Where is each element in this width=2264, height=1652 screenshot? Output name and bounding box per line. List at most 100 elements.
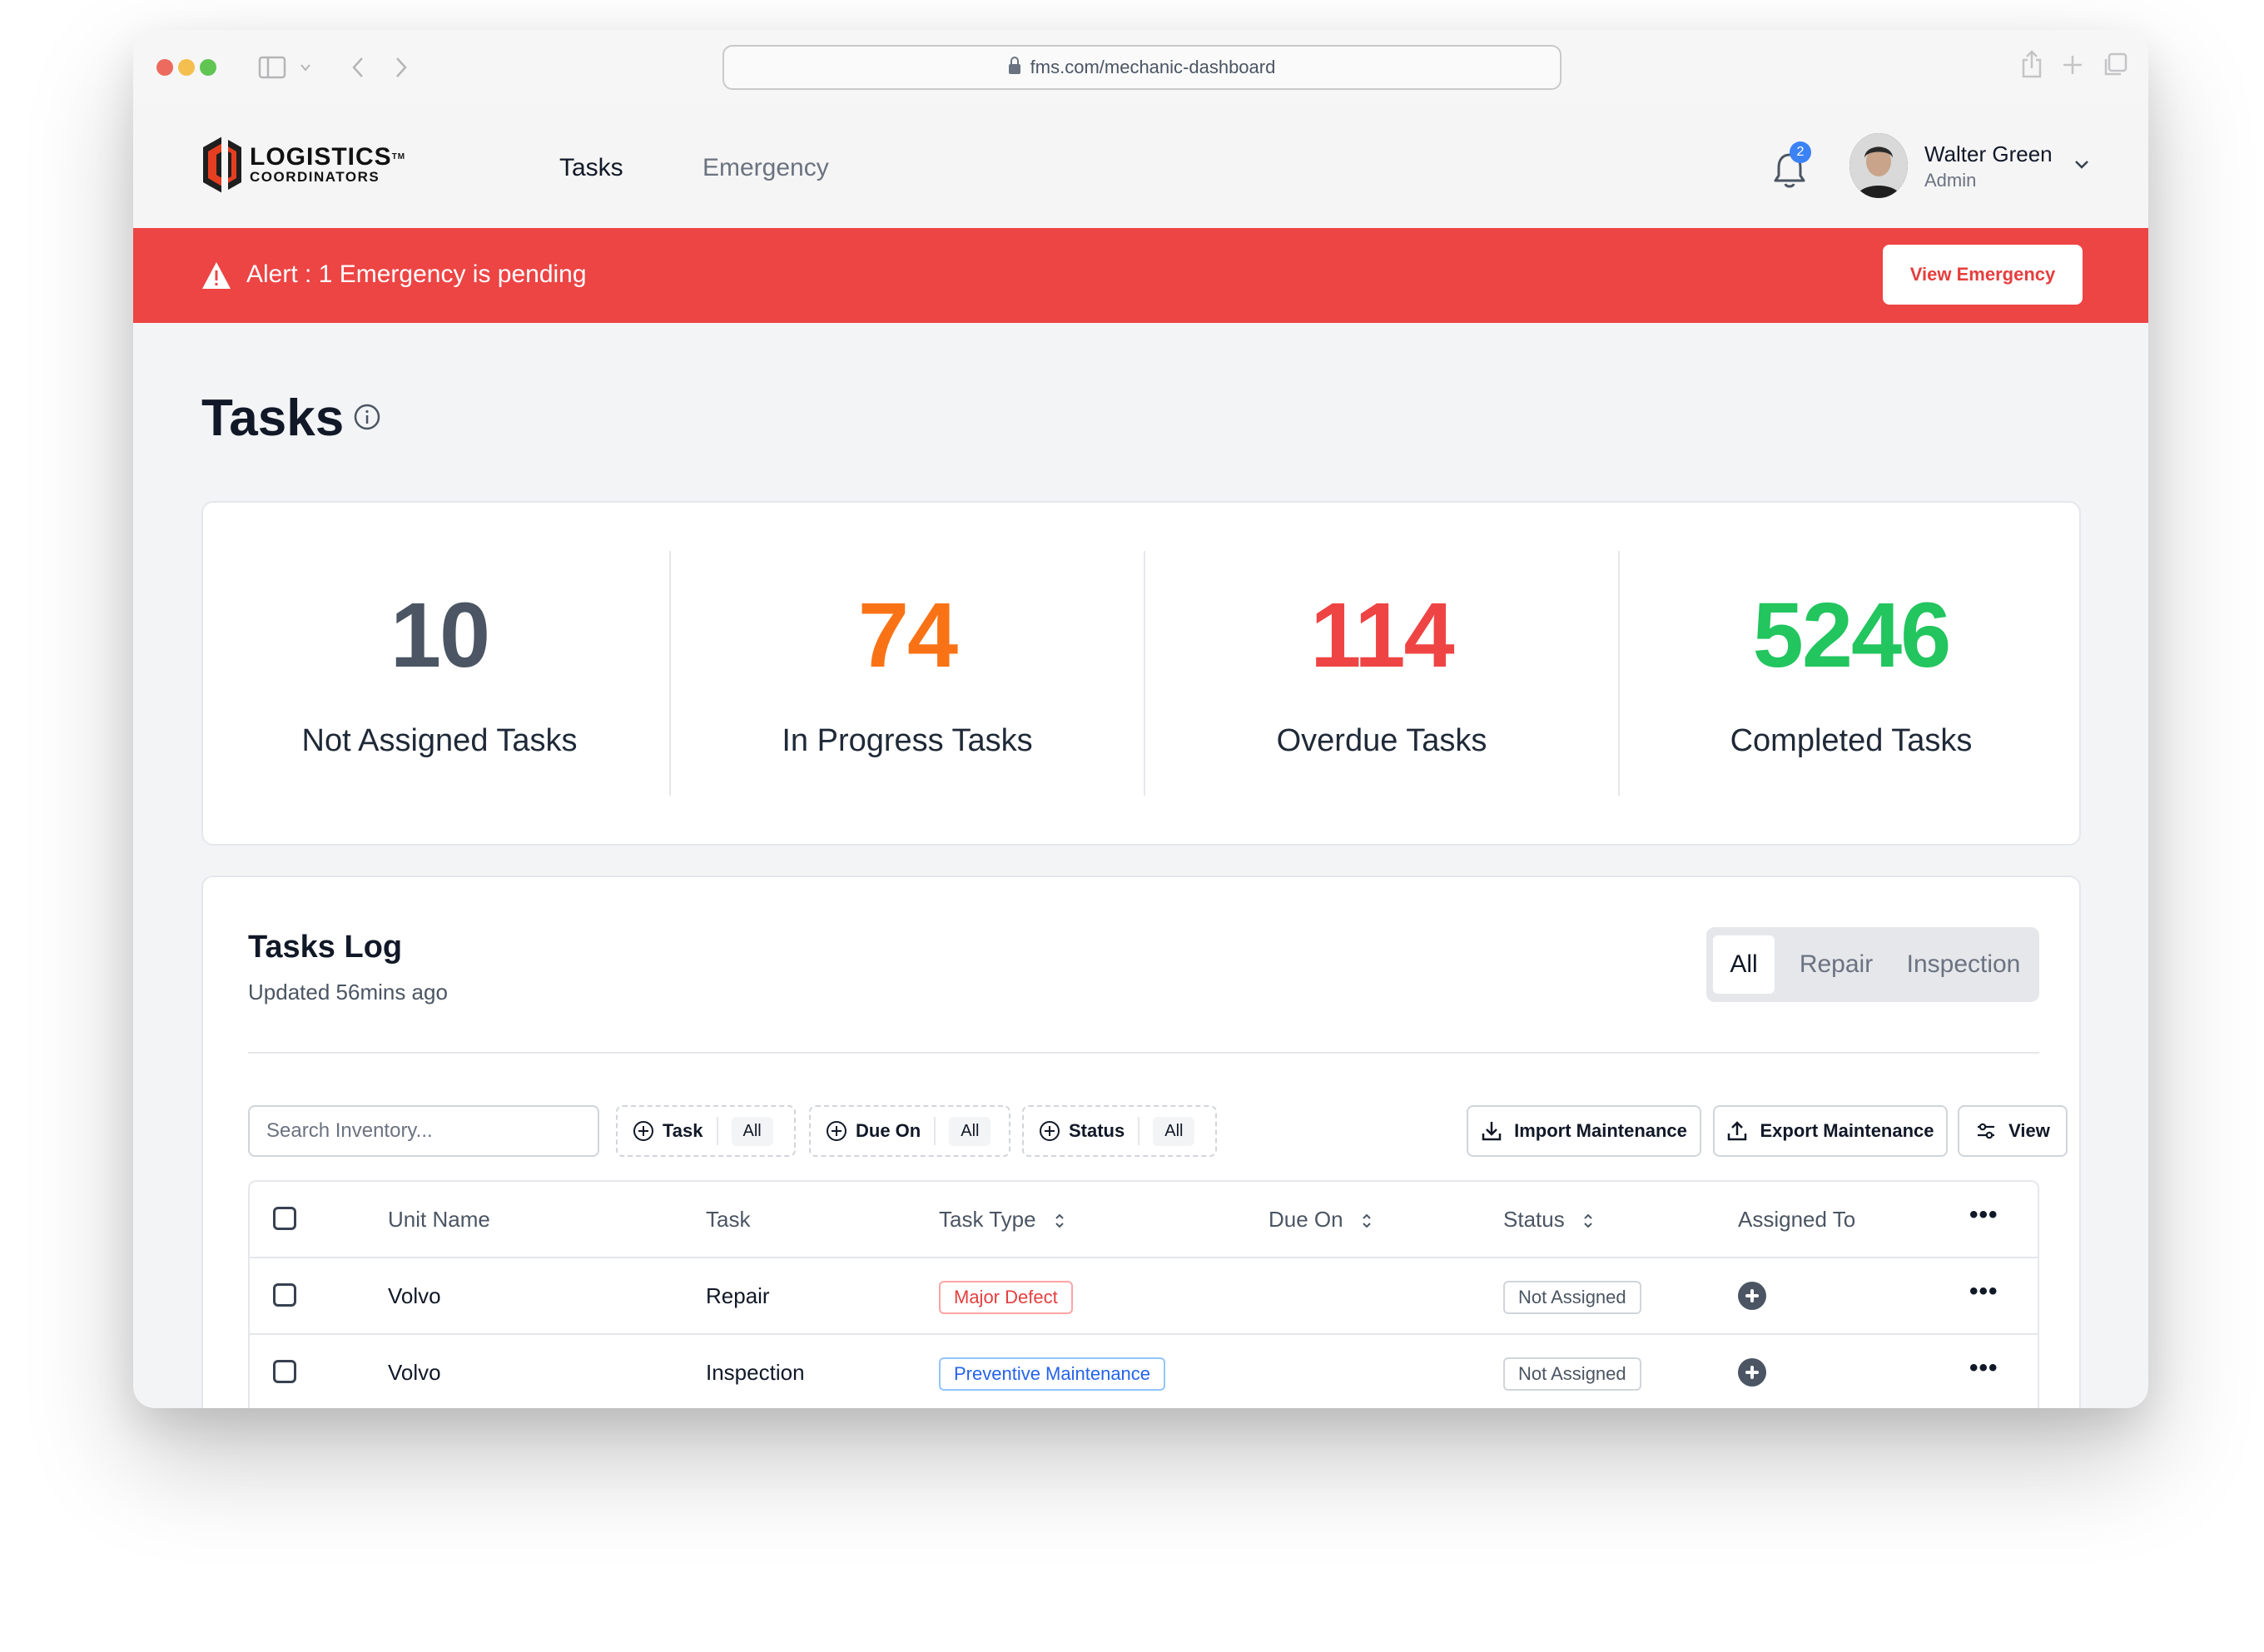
column-header-task[interactable]: Task [706, 1182, 750, 1257]
lock-icon [1008, 57, 1020, 74]
search-input[interactable] [248, 1105, 599, 1157]
cell-unit-name: Volvo [388, 1283, 441, 1308]
tasks-log-card: Tasks Log Updated 56mins ago All Repair … [201, 876, 2081, 1408]
nav-tasks[interactable]: Tasks [559, 153, 623, 183]
row-checkbox[interactable] [273, 1283, 296, 1307]
user-avatar[interactable] [1849, 133, 1908, 198]
row-checkbox[interactable] [273, 1360, 296, 1383]
add-filter-icon [633, 1121, 653, 1141]
stat-in-progress[interactable]: 74 In Progress Tasks [671, 503, 1144, 844]
view-options-button[interactable]: View [1958, 1105, 2068, 1157]
stat-value: 74 [857, 584, 958, 687]
browser-window: fms.com/mechanic-dashboard LOGISTICSTM C… [133, 30, 2148, 1408]
stat-label: Not Assigned Tasks [301, 723, 578, 758]
assign-plus-icon[interactable] [1738, 1282, 1766, 1310]
export-maintenance-button[interactable]: Export Maintenance [1713, 1105, 1948, 1157]
filter-status[interactable]: Status All [1022, 1105, 1217, 1157]
more-options-icon[interactable]: ••• [1969, 1182, 1998, 1257]
section-divider [248, 1052, 2039, 1054]
task-type-badge: Major Defect [939, 1281, 1073, 1315]
sort-icon [1055, 1213, 1064, 1228]
tab-overview-icon[interactable] [2103, 52, 2127, 77]
emergency-alert-banner: Alert : 1 Emergency is pending View Emer… [133, 228, 2148, 323]
column-header-status[interactable]: Status [1503, 1182, 1594, 1257]
page-title: Tasks [201, 389, 345, 447]
row-more-options-icon[interactable]: ••• [1969, 1258, 1998, 1333]
stat-label: Overdue Tasks [1276, 723, 1487, 758]
import-maintenance-button[interactable]: Import Maintenance [1467, 1105, 1701, 1157]
segment-all[interactable]: All [1713, 935, 1775, 994]
table-header-row: Unit Name Task Task Type Due On Status A… [250, 1182, 2038, 1258]
stat-not-assigned[interactable]: 10 Not Assigned Tasks [203, 503, 676, 844]
cell-status: Not Assigned [1503, 1258, 1641, 1333]
tasks-table: Unit Name Task Task Type Due On Status A… [248, 1180, 2039, 1408]
column-header-due-on[interactable]: Due On [1269, 1182, 1373, 1257]
alert-message: Alert : 1 Emergency is pending [246, 260, 587, 288]
column-header-label: Due On [1269, 1207, 1343, 1232]
export-maintenance-label: Export Maintenance [1760, 1120, 1934, 1141]
logo-trademark: TM [391, 152, 406, 161]
new-tab-icon[interactable] [2063, 55, 2083, 75]
column-header-assigned-to[interactable]: Assigned To [1738, 1182, 1855, 1257]
upload-icon [1728, 1121, 1747, 1141]
cell-task: Repair [706, 1283, 770, 1308]
stat-value: 10 [390, 584, 490, 687]
minimize-window-button[interactable] [178, 59, 195, 76]
stat-value: 5246 [1752, 584, 1952, 687]
tasks-log-title: Tasks Log [248, 930, 403, 965]
filter-value: All [731, 1116, 773, 1146]
user-name[interactable]: Walter Green [1924, 141, 2053, 167]
column-header-unit-name[interactable]: Unit Name [388, 1182, 490, 1257]
filter-value: All [1153, 1116, 1195, 1146]
assign-plus-icon[interactable] [1738, 1358, 1766, 1387]
forward-arrow-icon[interactable] [395, 57, 408, 78]
column-header-label: Status [1503, 1207, 1565, 1232]
stat-overdue[interactable]: 114 Overdue Tasks [1145, 503, 1618, 844]
info-icon[interactable] [353, 403, 381, 431]
filter-due-on[interactable]: Due On All [809, 1105, 1010, 1157]
chevron-down-icon[interactable] [300, 62, 311, 73]
select-all-checkbox[interactable] [273, 1207, 296, 1230]
segment-repair[interactable]: Repair [1786, 935, 1886, 994]
task-category-segmented-control: All Repair Inspection [1706, 927, 2039, 1002]
filter-value: All [949, 1116, 991, 1146]
task-type-badge: Preventive Maintenance [939, 1357, 1166, 1392]
company-logo[interactable]: LOGISTICSTM COORDINATORS [200, 135, 405, 195]
share-icon[interactable] [2021, 50, 2043, 78]
logo-line2: COORDINATORS [250, 169, 380, 185]
stat-completed[interactable]: 5246 Completed Tasks [1615, 503, 2088, 844]
cell-task-type: Major Defect [939, 1258, 1073, 1333]
download-icon [1482, 1122, 1502, 1141]
filter-label: Status [1069, 1120, 1125, 1141]
sidebar-toggle-icon[interactable] [258, 56, 286, 79]
maximize-window-button[interactable] [200, 59, 216, 76]
add-filter-icon [1040, 1121, 1060, 1141]
view-emergency-button[interactable]: View Emergency [1883, 245, 2083, 305]
user-role: Admin [1924, 170, 1977, 191]
nav-emergency[interactable]: Emergency [703, 153, 829, 183]
task-stats-card: 10 Not Assigned Tasks 74 In Progress Tas… [201, 501, 2081, 846]
table-row[interactable]: Volvo Inspection Preventive Maintenance … [250, 1335, 2038, 1408]
table-row[interactable]: Volvo Repair Major Defect Not Assigned •… [250, 1258, 2038, 1335]
status-badge: Not Assigned [1503, 1357, 1641, 1392]
sort-icon [1584, 1213, 1592, 1228]
column-header-label: Task Type [939, 1207, 1036, 1232]
address-bar[interactable]: fms.com/mechanic-dashboard [722, 45, 1561, 90]
filter-task[interactable]: Task All [616, 1105, 796, 1157]
cell-task-type: Preventive Maintenance [939, 1335, 1166, 1408]
segment-inspection[interactable]: Inspection [1894, 935, 2033, 994]
filter-separator [716, 1117, 718, 1145]
cell-unit-name: Volvo [388, 1360, 441, 1385]
url-text: fms.com/mechanic-dashboard [1030, 57, 1276, 77]
row-more-options-icon[interactable]: ••• [1969, 1335, 1998, 1408]
sliders-icon [1978, 1123, 1995, 1139]
user-menu-chevron-icon[interactable] [2073, 155, 2091, 173]
browser-toolbar: fms.com/mechanic-dashboard [133, 30, 2148, 103]
close-window-button[interactable] [156, 59, 173, 76]
warning-triangle-icon [202, 262, 231, 289]
back-arrow-icon[interactable] [351, 57, 365, 78]
column-header-task-type[interactable]: Task Type [939, 1182, 1065, 1257]
logo-line1: LOGISTICS [250, 143, 392, 171]
stat-label: In Progress Tasks [782, 723, 1033, 758]
filter-separator [934, 1117, 936, 1145]
